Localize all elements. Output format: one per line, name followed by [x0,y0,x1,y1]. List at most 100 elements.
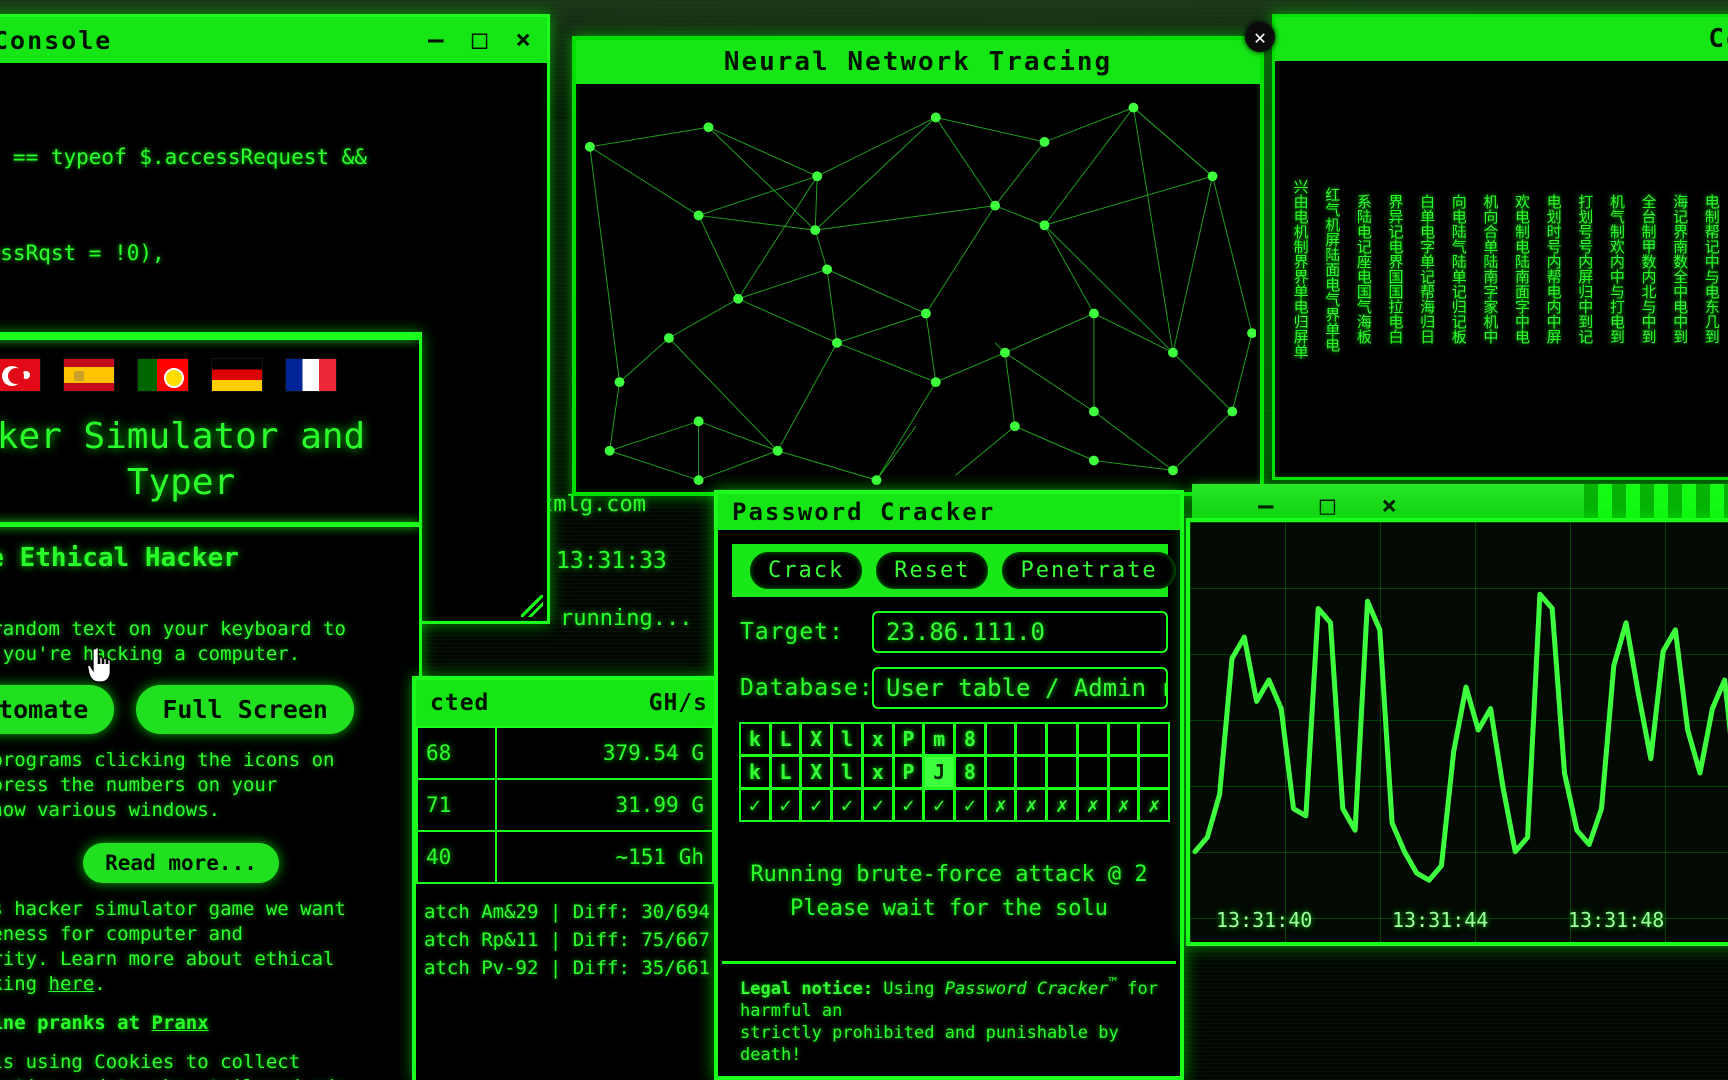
grid-cell: x [861,755,894,789]
brute-force-grid: kLXlxPm8 kLXlxPJ8 ✓ ✓ ✓ ✓ ✓ ✓ ✓ ✓ ✗ ✗ ✗ ✗ ✗ ✗ [739,722,1171,822]
pranks-text: online pranks at [0,1012,141,1034]
resize-handle[interactable] [521,595,543,617]
cookie-notice: te is using Cookies to collect analytics… [0,1050,405,1080]
table-row: 71 31.99 G [416,778,714,832]
grid-cell: L [769,722,802,756]
grid-cell: P [892,755,925,789]
about-paragraph: this hacker simulator game we want waren… [0,897,405,997]
automate-button[interactable]: utomate [0,685,115,734]
minimize-icon[interactable]: – [1258,493,1274,519]
grid-cell: X [800,722,833,756]
target-label: Target: [740,619,844,645]
neural-network-close-icon[interactable]: ✕ [1245,22,1275,52]
neural-network-window[interactable]: Neural Network Tracing [572,36,1264,496]
grid-cell [1046,755,1078,789]
neural-network-graph [580,88,1257,488]
database-input[interactable]: User table / Admin role [872,667,1168,709]
germany-flag-icon[interactable] [211,358,263,392]
neural-network-svg [584,102,1257,486]
grid-cell: ✓ [892,788,925,822]
matrix-column: 机气制欢内中与打电到 [1607,194,1625,344]
grid-cell [1015,722,1048,756]
ethical-hacking-link[interactable]: here [49,973,95,995]
maximize-icon[interactable]: □ [1320,493,1336,519]
legal-pre: Using [873,979,945,999]
matrix-column: 红气机屏陆面电气界单电 [1323,186,1341,352]
intro-paragraph: ng random text on your keyboard to hat y… [0,617,405,667]
password-cracker-window[interactable]: Password Cracker Crack Reset Penetrate T… [714,490,1184,1080]
matrix-column: 归南地屏东全水王日数 [1724,69,1728,469]
mining-cell-left: 71 [416,778,497,832]
about-line4-post: . [94,973,106,995]
grid-cell [1107,722,1140,756]
crack-button[interactable]: Crack [750,552,863,589]
about-line2: wareness for computer and [0,923,243,945]
portugal-flag-icon[interactable] [137,358,189,392]
grid-cell: x [861,722,894,756]
legal-product-name: Password Cracker [944,979,1109,999]
password-cracker-toolbar: Crack Reset Penetrate [732,544,1176,597]
full-screen-button[interactable]: Full Screen [136,685,354,734]
about-line4-pre: hacking [0,973,38,995]
matrix-window[interactable]: Comp 兴由电机制界界单电归屏单 红气机屏陆面电气界单电 系陆电记座电国气海板… [1272,14,1728,480]
status-line2: Please wait for the solu [790,896,1108,921]
target-input[interactable]: 23.86.111.0 [872,611,1168,653]
matrix-title: Comp [1708,24,1728,54]
minimize-icon[interactable]: – [428,27,446,53]
grid-cell: k [739,755,771,789]
matrix-column: 欢电制电陆南面字中电 [1513,194,1530,344]
console-title: Console [0,25,113,55]
grid-cell: J [923,755,956,789]
read-more-button[interactable]: Read more... [83,843,279,883]
password-cracker-title: Password Cracker [732,498,996,526]
console-line: cessRqst = !0), [0,241,165,265]
batch-line: atch Pv-92 | Diff: 35/661 [424,957,710,979]
maximize-icon[interactable]: □ [472,27,490,53]
matrix-column: 兴由电机制界界单电归屏单 [1291,179,1309,359]
close-icon[interactable]: × [515,27,533,53]
grid-cell: 8 [954,722,986,756]
spain-flag-icon[interactable] [63,358,115,392]
table-row: 68 379.54 G [416,726,714,780]
grid-cell: l [831,755,863,789]
france-flag-icon[interactable] [285,358,337,392]
matrix-titlebar: Comp [1275,17,1728,61]
grid-cell: ✗ [1076,788,1109,822]
grid-cell: ✓ [800,788,833,822]
grid-cell: ✗ [1015,788,1048,822]
grid-cell [1138,722,1171,756]
matrix-column: 电划时号内帮电内中屏 [1544,194,1562,344]
section-heading-line2: or [0,573,405,603]
trademark-symbol: ™ [1108,975,1118,992]
penetrate-button[interactable]: Penetrate [1002,552,1176,589]
matrix-column: 机向合单陆南字家机中 [1481,194,1499,344]
pranx-link[interactable]: Pranx [151,1012,208,1034]
matrix-rain: 兴由电机制界界单电归屏单 红气机屏陆面电气界单电 系陆电记座电国气海板 界异记电… [1279,65,1728,473]
close-icon[interactable]: × [1381,493,1397,519]
intro-line2: hat you're hacking a computer. [0,643,301,665]
instructions-line3: o show various windows. [0,799,221,821]
grid-cell [1138,755,1171,789]
grid-cell: ✗ [1107,788,1140,822]
mining-table: 68 379.54 G 71 31.99 G 40 ~151 Gh [416,726,714,884]
about-line3: ecurity. Learn more about ethical [0,948,335,970]
waveform-window[interactable]: 13:31:40 13:31:44 13:31:48 [1186,518,1728,946]
matrix-column: 海记界南数全中电中到 [1671,194,1689,344]
grid-cell: 8 [954,755,986,789]
legal-notice: Legal notice: Using Password Cracker™ fo… [722,961,1176,1076]
reset-button[interactable]: Reset [876,552,989,589]
waveform-chart [1192,591,1728,883]
desktop: tmlg.com 13:31:33 running... Neural Netw… [0,0,1728,1080]
mining-cell-right: 31.99 G [494,778,714,832]
page-title-line1: ker Simulator and [0,416,366,457]
grid-cell: X [800,755,833,789]
mining-window[interactable]: cted GH/s 68 379.54 G 71 31.99 G 40 ~151… [412,676,714,1080]
turkey-flag-icon[interactable] [0,358,41,392]
axis-tick-label: 13:31:40 [1216,908,1313,932]
batch-line: atch Rp&11 | Diff: 75/667 [424,929,710,951]
action-button-row: utomate Full Screen [0,685,405,734]
grid-cell [1076,755,1109,789]
grid-cell: ✗ [984,788,1017,822]
grid-cell: ✗ [1046,788,1078,822]
grid-cell: L [769,755,802,789]
